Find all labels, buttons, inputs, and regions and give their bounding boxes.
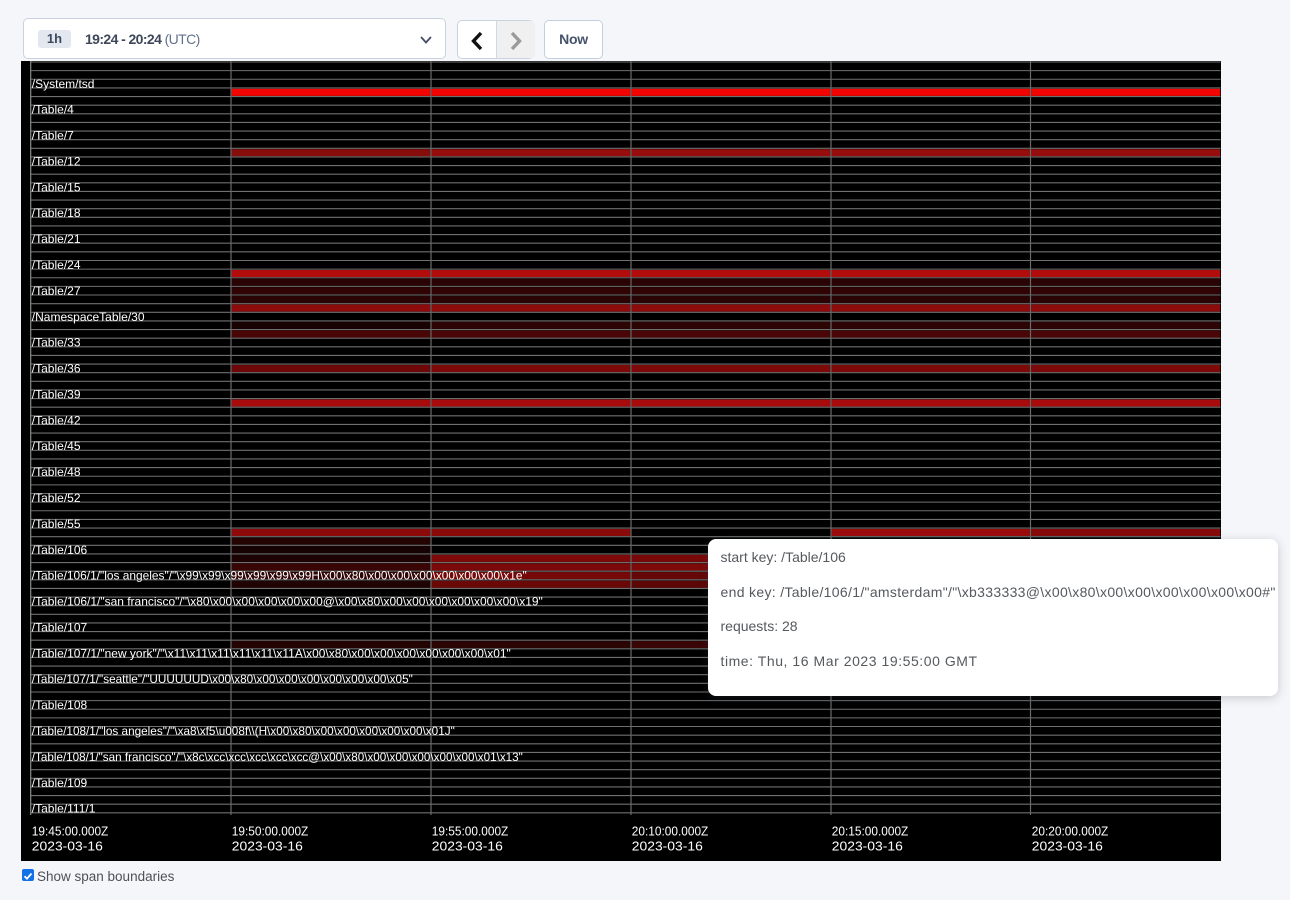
- svg-text:20:10:00.000Z: 20:10:00.000Z: [632, 825, 709, 839]
- svg-text:2023-03-16: 2023-03-16: [432, 840, 503, 854]
- svg-text:/Table/45: /Table/45: [32, 439, 81, 453]
- svg-text:/Table/15: /Table/15: [32, 180, 81, 194]
- svg-text:/Table/106/1/"los angeles"/"\x: /Table/106/1/"los angeles"/"\x99\x99\x99…: [32, 569, 527, 583]
- svg-text:2023-03-16: 2023-03-16: [832, 840, 903, 854]
- svg-text:/Table/24: /Table/24: [32, 258, 81, 272]
- svg-text:/Table/21: /Table/21: [32, 232, 81, 246]
- svg-text:/Table/42: /Table/42: [32, 413, 81, 427]
- svg-text:/Table/55: /Table/55: [32, 517, 81, 531]
- svg-text:19:50:00.000Z: 19:50:00.000Z: [232, 825, 309, 839]
- svg-text:/Table/33: /Table/33: [32, 336, 81, 350]
- svg-text:/Table/39: /Table/39: [32, 387, 81, 401]
- svg-text:/Table/27: /Table/27: [32, 284, 81, 298]
- svg-text:/Table/111/1: /Table/111/1: [32, 802, 96, 816]
- svg-text:/NamespaceTable/30: /NamespaceTable/30: [32, 310, 145, 324]
- svg-text:/Table/48: /Table/48: [32, 465, 81, 479]
- svg-text:/Table/36: /Table/36: [32, 362, 81, 376]
- svg-text:/System/tsd: /System/tsd: [32, 77, 95, 91]
- svg-text:2023-03-16: 2023-03-16: [1032, 840, 1103, 854]
- svg-text:/Table/12: /Table/12: [32, 154, 81, 168]
- svg-text:/Table/106: /Table/106: [32, 543, 88, 557]
- svg-text:/Table/109: /Table/109: [32, 776, 88, 790]
- svg-text:/Table/107/1/"seattle"/"UUUUUU: /Table/107/1/"seattle"/"UUUUUUD\x00\x80\…: [32, 672, 413, 686]
- svg-text:2023-03-16: 2023-03-16: [32, 840, 103, 854]
- svg-text:/Table/106/1/"san francisco"/": /Table/106/1/"san francisco"/"\x80\x00\x…: [32, 595, 543, 609]
- svg-text:20:15:00.000Z: 20:15:00.000Z: [832, 825, 909, 839]
- svg-text:/Table/108: /Table/108: [32, 698, 88, 712]
- svg-text:/Table/4: /Table/4: [32, 103, 74, 117]
- svg-text:/Table/107: /Table/107: [32, 620, 88, 634]
- svg-text:2023-03-16: 2023-03-16: [632, 840, 703, 854]
- svg-text:/Table/18: /Table/18: [32, 206, 81, 220]
- svg-text:/Table/108/1/"san francisco"/": /Table/108/1/"san francisco"/"\x8c\xcc\x…: [32, 750, 523, 764]
- svg-text:19:45:00.000Z: 19:45:00.000Z: [32, 825, 109, 839]
- svg-text:/Table/108/1/"los angeles"/"\x: /Table/108/1/"los angeles"/"\xa8\xf5\u00…: [32, 724, 455, 738]
- svg-text:20:20:00.000Z: 20:20:00.000Z: [1032, 825, 1109, 839]
- svg-text:19:55:00.000Z: 19:55:00.000Z: [432, 825, 509, 839]
- svg-text:2023-03-16: 2023-03-16: [232, 840, 303, 854]
- svg-text:/Table/7: /Table/7: [32, 129, 74, 143]
- svg-text:/Table/107/1/"new york"/"\x11\: /Table/107/1/"new york"/"\x11\x11\x11\x1…: [32, 646, 511, 660]
- svg-text:/Table/52: /Table/52: [32, 491, 81, 505]
